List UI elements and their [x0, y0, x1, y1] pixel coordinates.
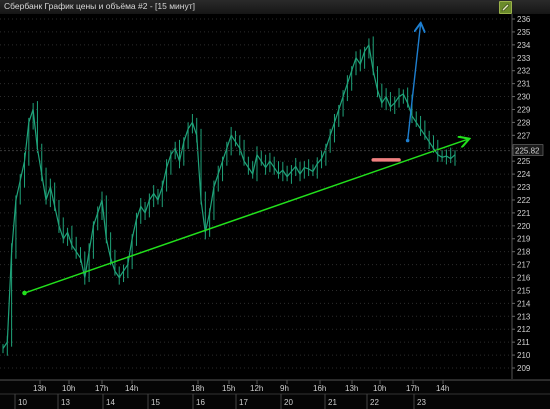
- price-tick-label: 235: [517, 28, 531, 37]
- price-tick-label: 210: [517, 351, 531, 360]
- price-tick-label: 236: [517, 15, 531, 24]
- price-tick-label: 230: [517, 93, 531, 102]
- time-label: 14h: [125, 384, 138, 393]
- time-label: 12h: [250, 384, 263, 393]
- price-tick-label: 216: [517, 274, 531, 283]
- window-title: Сбербанк График цены и объёма #2 - [15 м…: [4, 1, 195, 11]
- price-tick-label: 228: [517, 118, 531, 127]
- chart-background: [0, 14, 550, 409]
- current-price-label: 225.82: [515, 147, 540, 156]
- date-label: 23: [417, 398, 426, 407]
- price-tick-label: 231: [517, 80, 531, 89]
- price-tick-label: 214: [517, 299, 531, 308]
- time-label: 9h: [280, 384, 289, 393]
- price-tick-label: 221: [517, 209, 531, 218]
- pencil-icon: [501, 3, 510, 12]
- window-titlebar: Сбербанк График цены и объёма #2 - [15 м…: [0, 0, 550, 15]
- time-label: 17h: [406, 384, 419, 393]
- price-tick-label: 219: [517, 235, 531, 244]
- time-label: 18h: [191, 384, 204, 393]
- price-tick-label: 222: [517, 196, 531, 205]
- price-tick-label: 211: [517, 338, 530, 347]
- time-label: 16h: [313, 384, 326, 393]
- price-tick-label: 218: [517, 248, 531, 257]
- price-tick-label: 209: [517, 364, 531, 373]
- date-label: 20: [284, 398, 293, 407]
- time-label: 10h: [373, 384, 386, 393]
- price-chart[interactable]: 2092102112122132142152162172182192202212…: [0, 14, 550, 409]
- time-label: 10h: [62, 384, 75, 393]
- time-label: 17h: [95, 384, 108, 393]
- price-tick-label: 223: [517, 183, 531, 192]
- price-tick-label: 224: [517, 170, 531, 179]
- time-label: 13h: [33, 384, 46, 393]
- date-label: 22: [370, 398, 379, 407]
- date-label: 17: [239, 398, 248, 407]
- time-label: 14h: [436, 384, 449, 393]
- price-tick-label: 212: [517, 325, 531, 334]
- price-tick-label: 232: [517, 67, 531, 76]
- price-tick-label: 225: [517, 157, 531, 166]
- price-tick-label: 220: [517, 222, 531, 231]
- chart-settings-button[interactable]: [499, 1, 512, 14]
- date-label: 14: [106, 398, 115, 407]
- price-tick-label: 227: [517, 131, 531, 140]
- forecast-arrow-anchor[interactable]: [405, 138, 410, 143]
- price-tick-label: 217: [517, 261, 531, 270]
- date-label: 10: [18, 398, 27, 407]
- price-tick-label: 233: [517, 54, 531, 63]
- date-label: 16: [196, 398, 205, 407]
- price-tick-label: 215: [517, 286, 531, 295]
- time-axis: 13h 10h 17h 14h 18h 15h 12h 9h 16h 13h 10h 17h 14h 10…: [0, 379, 550, 409]
- trendline-anchor[interactable]: [22, 290, 27, 296]
- time-label: 15h: [222, 384, 235, 393]
- price-tick-label: 229: [517, 105, 531, 114]
- price-tick-label: 213: [517, 312, 531, 321]
- date-label: 21: [328, 398, 337, 407]
- date-label: 13: [61, 398, 70, 407]
- time-label: 13h: [345, 384, 358, 393]
- price-tick-label: 234: [517, 41, 531, 50]
- date-label: 15: [151, 398, 160, 407]
